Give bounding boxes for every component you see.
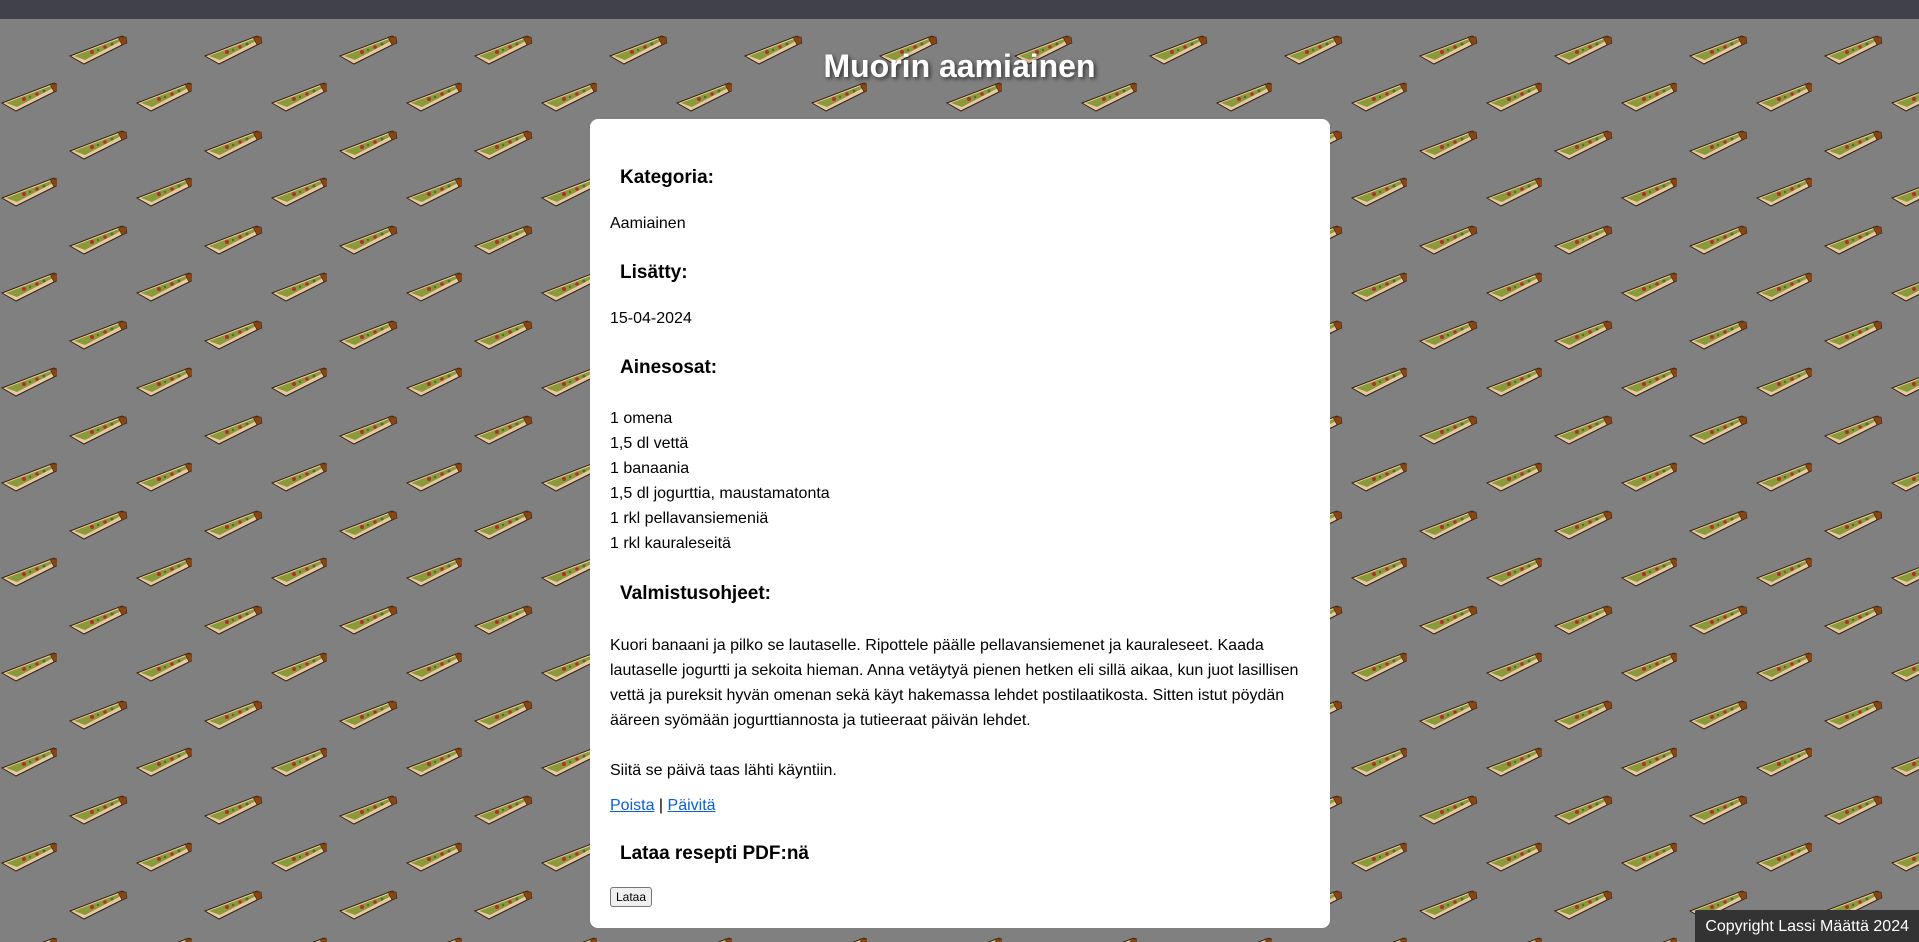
instructions-paragraph: Kuori banaani ja pilko se lautaselle. Ri… <box>610 637 1299 729</box>
copyright-footer: Copyright Lassi Määttä 2024 <box>1695 910 1919 942</box>
instructions-heading: Valmistusohjeet: <box>620 583 771 604</box>
category-value: Aamiainen <box>610 215 686 232</box>
ingredient-item: 1 rkl kauraleseitä <box>610 535 731 552</box>
update-link[interactable]: Päivitä <box>668 797 716 814</box>
instructions-paragraph: Siitä se päivä taas lähti käyntiin. <box>610 762 837 779</box>
ingredient-item: 1 omena <box>610 410 673 427</box>
recipe-card: Kategoria: Aamiainen Lisätty: 15-04-2024… <box>590 119 1330 928</box>
added-heading: Lisätty: <box>620 262 688 283</box>
browser-top-bar <box>0 0 1919 19</box>
ingredient-item: 1,5 dl jogurttia, maustamatonta <box>610 485 830 502</box>
ingredients-list: 1 omena 1,5 dl vettä 1 banaania 1,5 dl j… <box>610 406 830 556</box>
added-date: 15-04-2024 <box>610 310 692 327</box>
link-separator: | <box>658 797 664 814</box>
category-heading: Kategoria: <box>620 167 714 188</box>
ingredient-item: 1 rkl pellavansiemeniä <box>610 510 769 527</box>
recipe-actions: Poista | Päivitä <box>610 797 716 815</box>
ingredient-item: 1,5 dl vettä <box>610 435 689 452</box>
instructions-text: Kuori banaani ja pilko se lautaselle. Ri… <box>610 633 1310 783</box>
download-pdf-button[interactable]: Lataa <box>610 887 653 907</box>
ingredients-heading: Ainesosat: <box>620 357 718 378</box>
ingredient-item: 1 banaania <box>610 460 690 477</box>
pdf-download-heading: Lataa resepti PDF:nä <box>620 843 809 864</box>
page-title: Muorin aamiainen <box>823 48 1096 84</box>
delete-link[interactable]: Poista <box>610 797 654 814</box>
